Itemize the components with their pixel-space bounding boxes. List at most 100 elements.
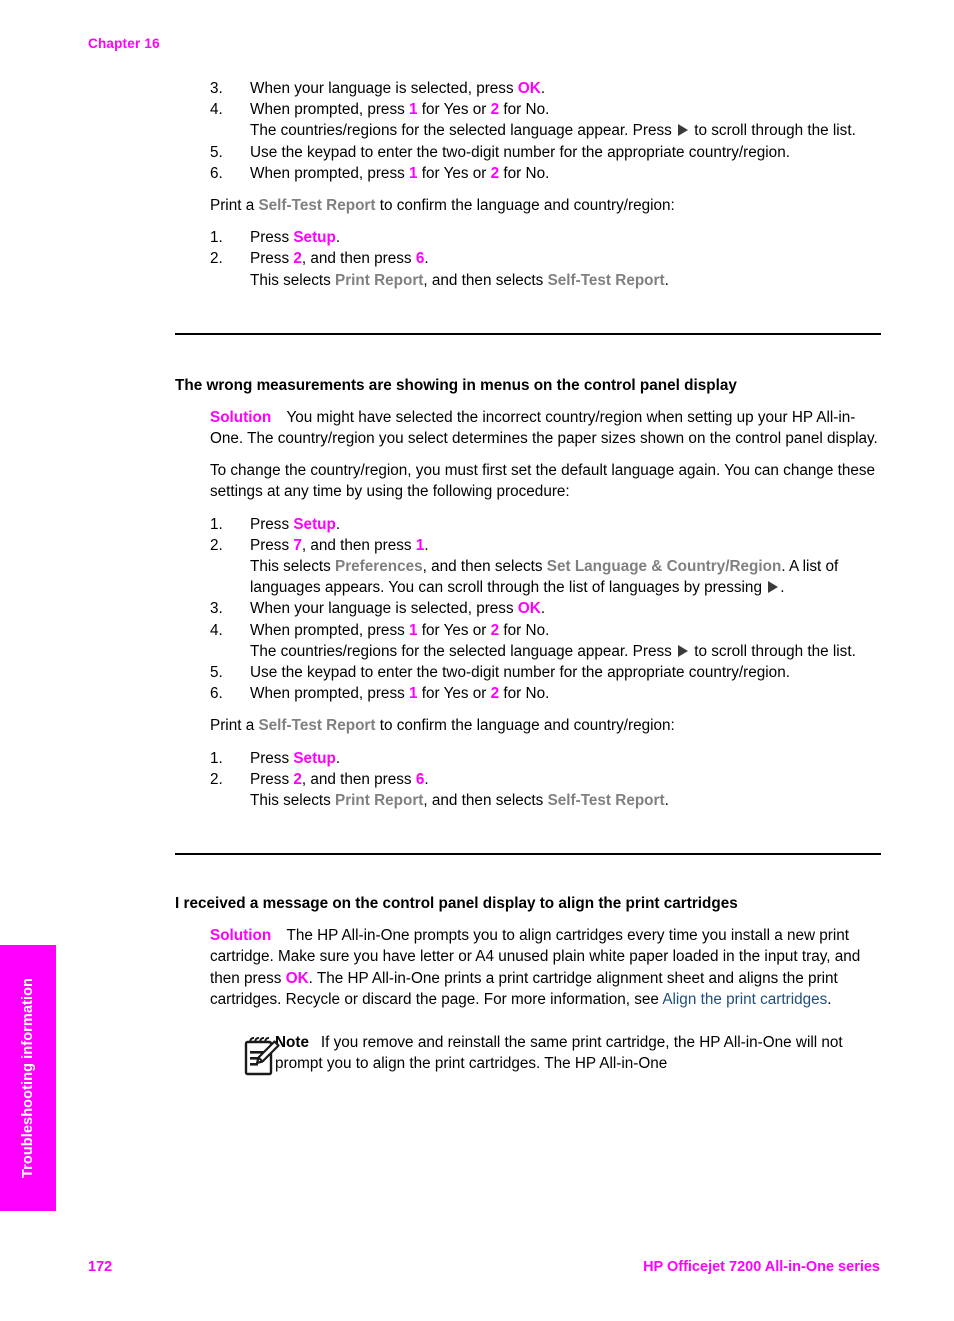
key-label: 2 (293, 250, 302, 268)
text-run: , and then selects (422, 558, 547, 576)
ui-term: Self-Test Report (547, 792, 665, 810)
text-run: for No. (499, 685, 550, 703)
list-item-number: 6. (210, 164, 223, 182)
top-self-test-lead-in: Print a Self-Test Report to confirm the … (210, 195, 881, 216)
ui-term: Self-Test Report (547, 271, 665, 289)
text-run: . (335, 229, 341, 247)
list-item: 1. Press Setup. (175, 748, 881, 769)
side-tab-label: Troubleshooting information (20, 977, 36, 1179)
key-label: 2 (490, 621, 500, 639)
key-label: 1 (409, 101, 418, 119)
key-label: OK (285, 969, 309, 987)
list-item: 4. When prompted, press 1 for Yes or 2 fo… (175, 99, 881, 141)
note-pencil-icon (243, 1035, 281, 1077)
text-run: for No. (499, 621, 550, 639)
text-run: Press (250, 749, 294, 767)
text-run: . (335, 515, 341, 533)
list-item-text: Press Setup. (250, 750, 340, 767)
top-steps-list: 3. When your language is selected, press … (175, 78, 881, 184)
footer-product-name: HP Officejet 7200 All-in-One series (643, 1259, 880, 1275)
key-label: 1 (409, 164, 418, 182)
ui-term: Self-Test Report (258, 197, 376, 215)
key-label: 1 (409, 685, 418, 703)
text-run: . (664, 271, 669, 289)
text-run: . (424, 770, 429, 788)
text-run: When prompted, press (250, 101, 409, 119)
list-item-text: Press 7, and then press 1. (250, 537, 429, 554)
text-run: . (424, 250, 429, 268)
key-label: 2 (293, 770, 302, 788)
list-item-text: Press Setup. (250, 516, 340, 533)
text-run: Press (250, 770, 294, 788)
measurements-steps-list: 1. Press Setup. 2. Press 7, and then press … (175, 514, 881, 705)
text-run: for Yes or (417, 164, 491, 182)
key-label: 7 (293, 536, 302, 554)
text-run: to scroll through the list. (690, 642, 856, 660)
text-run: to scroll through the list. (690, 122, 856, 140)
text-run: . (335, 749, 341, 767)
list-item-text: When prompted, press 1 for Yes or 2 for … (250, 101, 549, 118)
list-item: 5. Use the keypad to enter the two-digit … (175, 142, 881, 163)
key-label: Setup (293, 749, 336, 767)
list-item-text: When prompted, press 1 for Yes or 2 for … (250, 685, 549, 702)
text-run: for Yes or (417, 685, 491, 703)
key-label: 2 (490, 685, 500, 703)
list-item-number: 1. (210, 749, 223, 767)
cross-reference-link[interactable]: Align the print cartridges (662, 991, 827, 1008)
section-heading-measurements: The wrong measurements are showing in me… (175, 376, 737, 394)
list-item-text: When prompted, press 1 for Yes or 2 for … (250, 165, 549, 182)
text-run: Press (250, 536, 294, 554)
key-label: 2 (490, 164, 500, 182)
measurements-report-steps-list: 1. Press Setup. 2. Press 2, and then press … (175, 748, 881, 812)
key-label: OK (517, 600, 541, 618)
text-run: When prompted, press (250, 164, 409, 182)
text-run: Press (250, 229, 294, 247)
right-arrow-icon (768, 581, 779, 594)
ui-term: Preferences (335, 558, 423, 576)
ui-term: Print Report (335, 792, 424, 810)
list-item-number: 2. (210, 770, 223, 788)
text-run: for No. (499, 101, 550, 119)
chapter-running-head: Chapter 16 (88, 36, 160, 51)
text-run: . (424, 536, 429, 554)
text-run: This selects (250, 792, 336, 810)
text-run: Print a (210, 197, 259, 215)
text-run: You might have selected the incorrect co… (210, 408, 878, 448)
footer-page-number: 172 (88, 1259, 113, 1275)
list-item: 6. When prompted, press 1 for Yes or 2 fo… (175, 683, 881, 704)
list-item-text: When your language is selected, press OK… (250, 600, 545, 617)
measurements-paragraph-2: To change the country/region, you must f… (210, 462, 876, 501)
list-item-subtext: This selects Print Report, and then sele… (250, 790, 881, 811)
list-item-number: 1. (210, 515, 223, 533)
text-run: to confirm the language and country/regi… (375, 717, 675, 735)
list-item-text: Press Setup. (250, 229, 340, 246)
list-item-subtext: The countries/regions for the selected l… (250, 641, 881, 662)
list-item-text: Use the keypad to enter the two-digit nu… (250, 664, 790, 681)
text-run: Use the keypad to enter the two-digit nu… (250, 664, 790, 682)
solution-paragraph-measurements: Solution You might have selected the inc… (210, 407, 881, 449)
text-run: . (540, 80, 546, 97)
list-item: 2. Press 7, and then press 1. This selects… (175, 535, 881, 599)
list-item: 3. When your language is selected, press … (175, 78, 881, 99)
list-item-number: 1. (210, 229, 223, 247)
text-run: , and then press (301, 536, 416, 554)
text-run: for No. (499, 164, 550, 182)
text-run: This selects (250, 558, 336, 576)
solution-paragraph-cartridges: Solution The HP All-in-One prompts you t… (210, 925, 881, 1010)
text-run: , and then press (301, 250, 416, 268)
list-item-subtext: The countries/regions for the selected l… (250, 120, 881, 141)
note-text: Note If you remove and reinstall the sam… (275, 1032, 881, 1074)
list-item-number: 2. (210, 250, 223, 268)
key-label: 2 (490, 101, 500, 119)
list-item-subtext: This selects Print Report, and then sele… (250, 270, 881, 291)
list-item: 3. When your language is selected, press … (175, 598, 881, 619)
key-label: Setup (293, 229, 336, 247)
list-item-number: 4. (210, 621, 223, 639)
list-item: 2. Press 2, and then press 6. This selects… (175, 248, 881, 290)
list-item-number: 6. (210, 685, 223, 703)
key-label: Setup (293, 515, 336, 533)
text-run: . (827, 990, 832, 1008)
list-item-text: Press 2, and then press 6. (250, 771, 429, 788)
document-page: Chapter 16 Troubleshooting information 3… (0, 0, 954, 1321)
text-run: The countries/regions for the selected l… (250, 642, 677, 660)
